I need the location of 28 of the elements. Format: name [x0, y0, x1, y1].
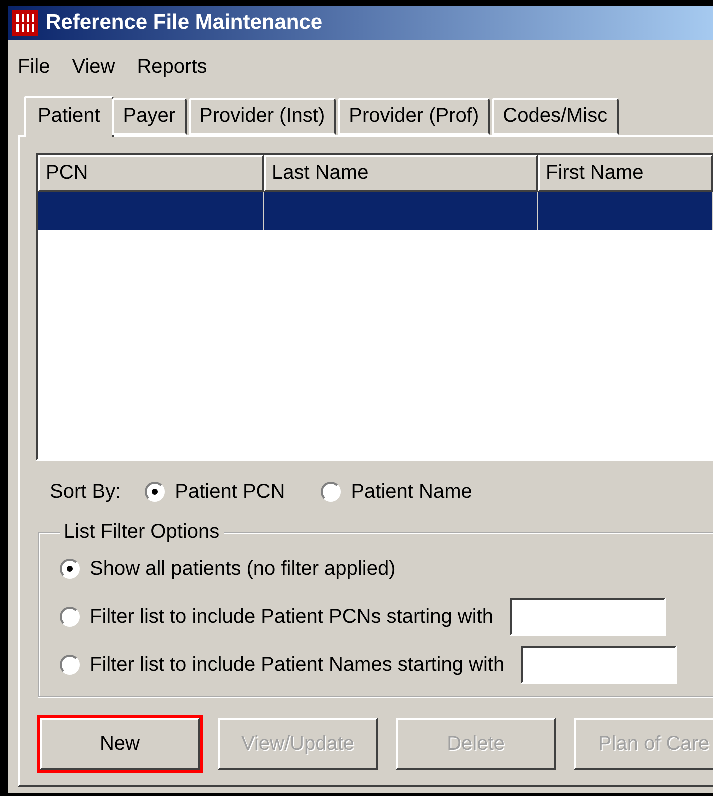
- filter-field[interactable]: [520, 646, 677, 684]
- radio-button[interactable]: [145, 482, 166, 502]
- menu-item[interactable]: Reports: [137, 56, 208, 78]
- radio-label[interactable]: Filter list to include Patient Names starting with: [90, 654, 505, 676]
- filter-field[interactable]: [510, 598, 666, 636]
- action-button[interactable]: New: [40, 718, 200, 770]
- column-header[interactable]: PCN: [38, 155, 264, 192]
- radio-label[interactable]: Filter list to include Patient PCNs starting with: [90, 606, 494, 628]
- menu-item[interactable]: File: [18, 56, 50, 78]
- column-header[interactable]: Last Name: [264, 155, 538, 192]
- tab[interactable]: Payer: [112, 98, 187, 135]
- radio-button[interactable]: [60, 559, 80, 579]
- tab[interactable]: Patient: [24, 96, 114, 137]
- radio-button[interactable]: [60, 655, 80, 675]
- menu-item[interactable]: View: [72, 56, 116, 78]
- sort-label: Sort By:: [50, 480, 122, 504]
- tab[interactable]: Provider (Prof): [338, 98, 490, 135]
- radio-label[interactable]: Show all patients (no filter applied): [90, 558, 396, 580]
- radio-button[interactable]: [321, 482, 342, 502]
- column-header[interactable]: First Name: [538, 155, 713, 192]
- tab[interactable]: Codes/Misc: [492, 98, 619, 135]
- radio-label[interactable]: Patient PCN: [175, 480, 286, 504]
- app-icon: [12, 10, 38, 36]
- window-title: Reference File Maintenance: [46, 11, 323, 35]
- group-title: List Filter Options: [63, 521, 221, 544]
- tab[interactable]: Provider (Inst): [188, 98, 336, 135]
- radio-label[interactable]: Patient Name: [351, 480, 472, 504]
- radio-button[interactable]: [60, 607, 80, 627]
